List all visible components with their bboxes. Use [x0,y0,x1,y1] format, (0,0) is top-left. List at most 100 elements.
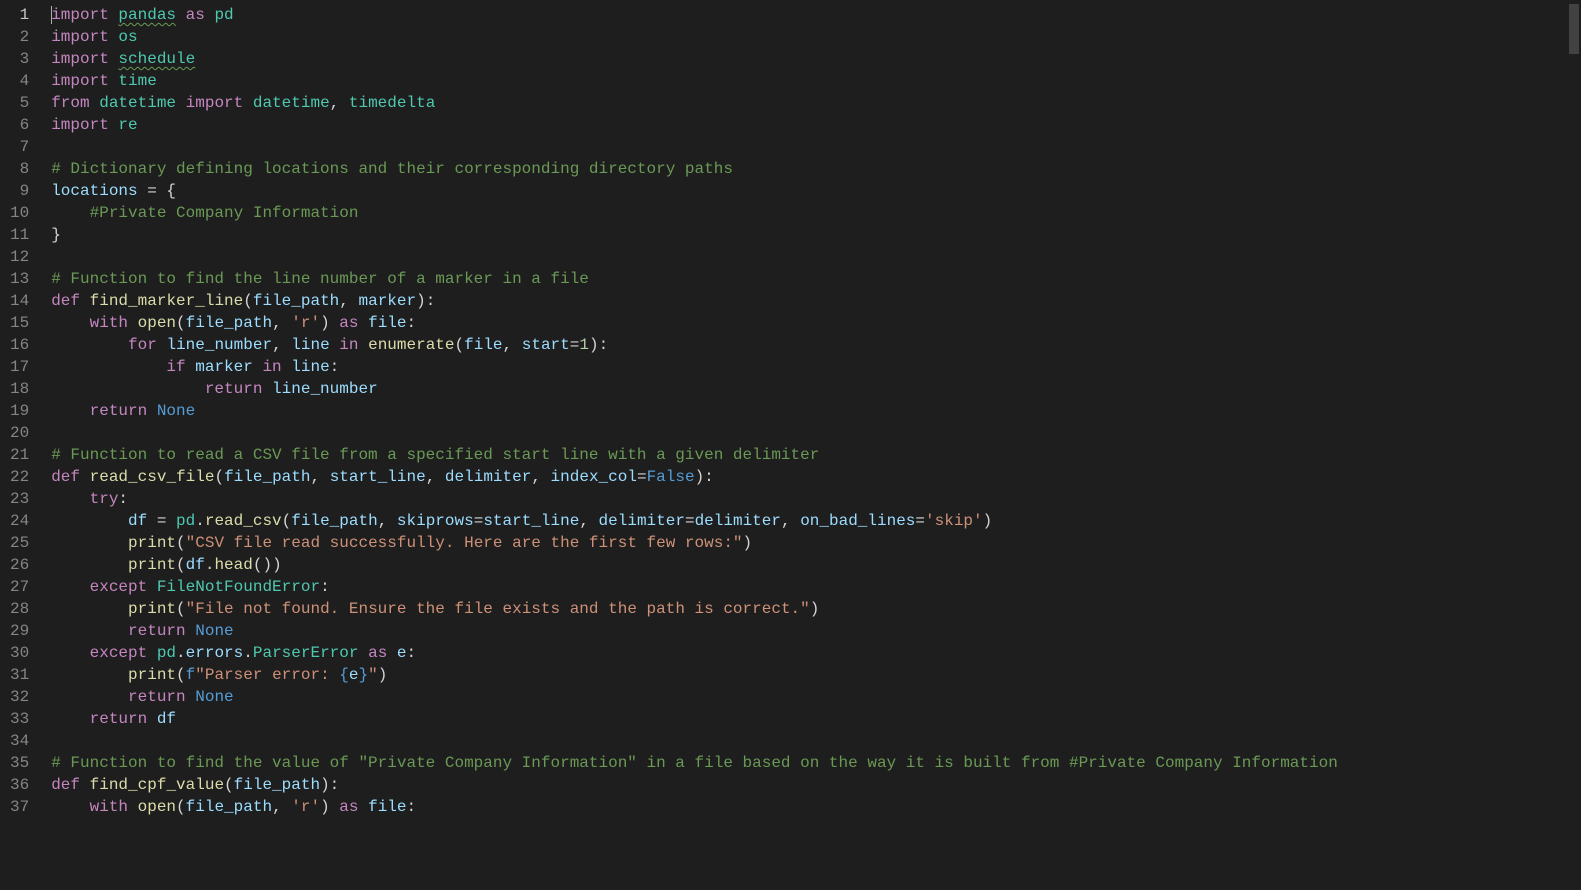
code-token [253,358,263,376]
code-line[interactable]: print(df.head()) [47,554,1581,576]
line-number: 19 [10,400,29,422]
code-token: import [51,72,109,90]
code-line[interactable]: try: [47,488,1581,510]
code-line[interactable]: if marker in line: [47,356,1581,378]
code-token: return [128,688,186,706]
code-line[interactable]: # Function to find the line number of a … [47,268,1581,290]
code-token: pd [214,6,233,24]
code-token: , [781,512,800,530]
code-token: , [531,468,550,486]
code-line[interactable]: with open(file_path, 'r') as file: [47,312,1581,334]
code-token: line_number [272,380,378,398]
code-token: : [320,578,330,596]
code-token [51,622,128,640]
code-token: ): [695,468,714,486]
code-token [51,490,89,508]
code-token: # Function to find the line number of a … [51,270,589,288]
line-number: 18 [10,378,29,400]
code-token: file [368,314,406,332]
code-line[interactable]: import time [47,70,1581,92]
line-number: 13 [10,268,29,290]
code-line[interactable]: } [47,224,1581,246]
code-line[interactable]: return df [47,708,1581,730]
code-token: . [205,556,215,574]
code-token: file_path [224,468,310,486]
code-line[interactable]: return line_number [47,378,1581,400]
code-token: with [90,314,128,332]
code-token: as [339,314,358,332]
code-line[interactable]: return None [47,400,1581,422]
code-line[interactable]: import re [47,114,1581,136]
code-line[interactable]: print("CSV file read successfully. Here … [47,532,1581,554]
code-line[interactable]: print(f"Parser error: {e}") [47,664,1581,686]
code-token: : [118,490,128,508]
code-token: print [128,534,176,552]
code-line[interactable]: import pandas as pd [47,4,1581,26]
code-token: file_path [234,776,320,794]
code-line[interactable]: #Private Company Information [47,202,1581,224]
code-line[interactable] [47,136,1581,158]
code-token: ()) [253,556,282,574]
code-token: file [368,798,406,816]
line-number: 35 [10,752,29,774]
line-number: 28 [10,598,29,620]
code-token: index_col [551,468,637,486]
code-token: ( [176,600,186,618]
code-line[interactable] [47,246,1581,268]
code-token: ) [320,314,339,332]
code-line[interactable] [47,730,1581,752]
code-token: # Function to find the value of "Private… [51,754,1338,772]
vertical-scrollbar[interactable] [1567,0,1581,890]
code-line[interactable] [47,422,1581,444]
code-token: ( [176,798,186,816]
code-token: ) [320,798,339,816]
code-line[interactable]: def find_cpf_value(file_path): [47,774,1581,796]
code-token: delimiter [695,512,781,530]
code-line[interactable]: # Function to find the value of "Private… [47,752,1581,774]
code-token: def [51,776,80,794]
scrollbar-thumb[interactable] [1569,4,1579,54]
code-content-area[interactable]: import pandas as pdimport osimport sched… [47,0,1581,890]
code-token: = [685,512,695,530]
line-number: 36 [10,774,29,796]
code-token: import [51,6,109,24]
code-line[interactable]: return None [47,620,1581,642]
code-token [147,644,157,662]
code-token [51,600,128,618]
code-token: : [330,358,340,376]
line-number: 6 [10,114,29,136]
code-line[interactable]: with open(file_path, 'r') as file: [47,796,1581,818]
code-token [51,358,166,376]
code-line[interactable]: import os [47,26,1581,48]
code-line[interactable]: except pd.errors.ParserError as e: [47,642,1581,664]
code-line[interactable]: import schedule [47,48,1581,70]
code-line[interactable]: locations = { [47,180,1581,202]
code-token [186,358,196,376]
code-line[interactable]: print("File not found. Ensure the file e… [47,598,1581,620]
code-token: False [647,468,695,486]
code-line[interactable]: for line_number, line in enumerate(file,… [47,334,1581,356]
code-line[interactable]: except FileNotFoundError: [47,576,1581,598]
code-token: start_line [483,512,579,530]
code-line[interactable]: return None [47,686,1581,708]
code-line[interactable]: def find_marker_line(file_path, marker): [47,290,1581,312]
line-number: 16 [10,334,29,356]
code-token: FileNotFoundError [157,578,320,596]
code-token: with [90,798,128,816]
code-line[interactable]: def read_csv_file(file_path, start_line,… [47,466,1581,488]
code-line[interactable]: # Dictionary defining locations and thei… [47,158,1581,180]
code-editor[interactable]: 1234567891011121314151617181920212223242… [0,0,1581,890]
line-number: 21 [10,444,29,466]
code-token: return [90,402,148,420]
code-token: file [464,336,502,354]
code-line[interactable]: from datetime import datetime, timedelta [47,92,1581,114]
line-number-gutter: 1234567891011121314151617181920212223242… [0,0,47,890]
code-line[interactable]: # Function to read a CSV file from a spe… [47,444,1581,466]
code-token: df [157,710,176,728]
code-token: e [397,644,407,662]
code-token: find_marker_line [90,292,244,310]
code-token [51,644,89,662]
code-line[interactable]: df = pd.read_csv(file_path, skiprows=sta… [47,510,1581,532]
code-token: marker [195,358,253,376]
code-token: import [51,116,109,134]
